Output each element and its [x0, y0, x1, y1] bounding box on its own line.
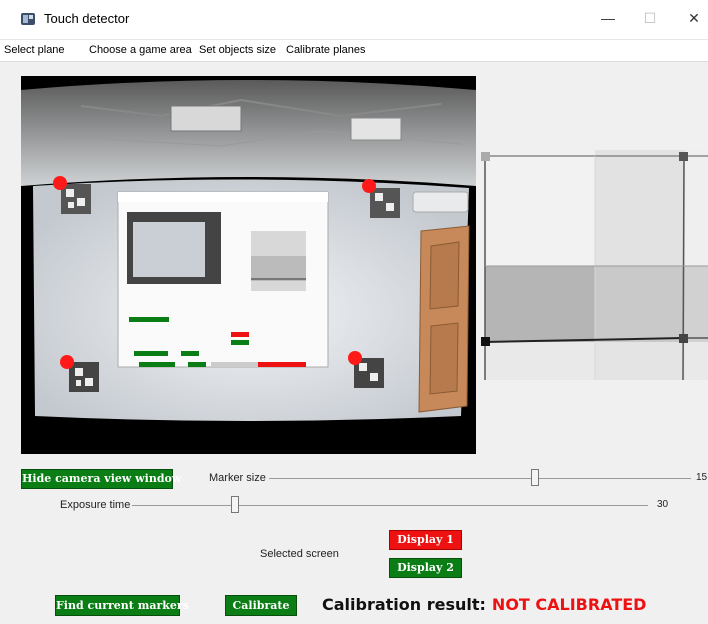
- menu-set-objects-size[interactable]: Set objects size: [199, 44, 276, 56]
- app-icon: [21, 13, 35, 25]
- marker-top-left: [61, 184, 91, 214]
- title-bar: Touch detector — ☐ ✕: [0, 0, 708, 40]
- marker-size-track[interactable]: [269, 478, 691, 479]
- minimize-icon[interactable]: —: [596, 8, 620, 28]
- find-current-markers-button[interactable]: Find current markers: [55, 595, 189, 616]
- exposure-time-label: Exposure time: [60, 499, 131, 511]
- exposure-time-track[interactable]: [132, 505, 648, 506]
- selected-screen-label: Selected screen: [260, 548, 339, 560]
- touch-detector-window: Touch detector — ☐ ✕ Select plane Choose…: [0, 0, 708, 624]
- camera-frame: [21, 76, 476, 454]
- menu-calibrate-planes[interactable]: Calibrate planes: [286, 44, 366, 56]
- calibration-result: Calibration result: NOT CALIBRATED: [322, 595, 646, 614]
- camera-view: [21, 76, 476, 454]
- marker-size-value: 15: [696, 472, 708, 483]
- close-icon[interactable]: ✕: [682, 8, 706, 28]
- window-title: Touch detector: [44, 11, 130, 26]
- display-2-button[interactable]: Display 2: [389, 558, 462, 578]
- calibration-status: NOT CALIBRATED: [491, 595, 647, 614]
- calibrate-button[interactable]: Calibrate: [225, 595, 297, 616]
- maximize-icon[interactable]: ☐: [638, 8, 662, 28]
- menu-choose-game-area[interactable]: Choose a game area: [89, 44, 192, 56]
- exposure-time-slider-handle[interactable]: [231, 496, 240, 513]
- marker-dot-top-left: [53, 176, 67, 190]
- exposure-time-value: 30: [657, 499, 669, 510]
- menu-bar: Select plane Choose a game area Set obje…: [0, 40, 708, 62]
- marker-dot-bottom-right: [348, 351, 362, 365]
- marker-size-slider-handle[interactable]: [530, 469, 539, 486]
- marker-dot-top-right: [362, 179, 376, 193]
- menu-select-plane[interactable]: Select plane: [4, 44, 65, 56]
- marker-dot-bottom-left: [60, 355, 74, 369]
- plane-grid-view: [481, 150, 708, 380]
- marker-bottom-left: [69, 362, 99, 392]
- calibration-result-label: Calibration result:: [322, 595, 486, 614]
- display-1-button[interactable]: Display 1: [389, 530, 462, 550]
- marker-top-right: [370, 188, 400, 218]
- hide-camera-view-button[interactable]: Hide camera view window: [21, 469, 181, 489]
- marker-size-label: Marker size: [209, 472, 266, 484]
